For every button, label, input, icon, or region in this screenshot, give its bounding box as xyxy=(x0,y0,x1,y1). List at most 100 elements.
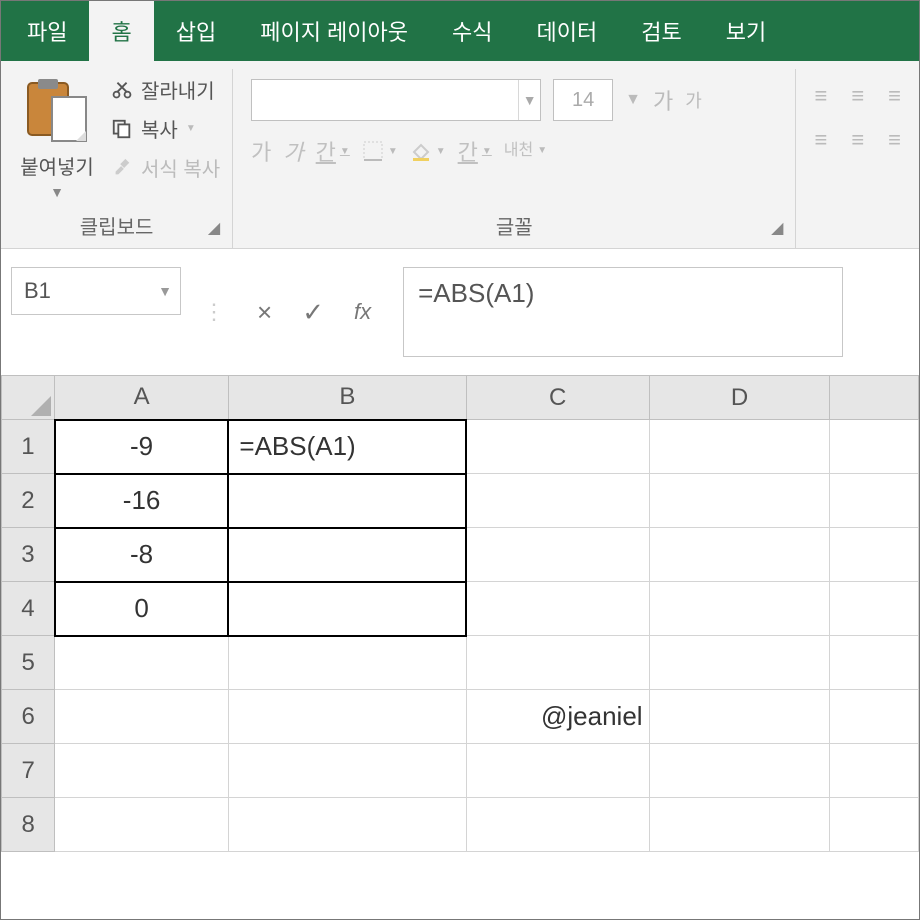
formula-input[interactable]: =ABS(A1) xyxy=(403,267,843,357)
cell-B6[interactable] xyxy=(228,690,466,744)
tab-view[interactable]: 보기 xyxy=(704,1,788,61)
format-painter-button[interactable]: 서식 복사 xyxy=(111,153,220,182)
italic-button[interactable]: 가 xyxy=(283,135,303,167)
cell-A2[interactable]: -16 xyxy=(55,474,229,528)
cell-A3[interactable]: -8 xyxy=(55,528,229,582)
col-header-D[interactable]: D xyxy=(649,376,830,420)
row-header-6[interactable]: 6 xyxy=(2,690,55,744)
paste-label: 붙여넣기 xyxy=(20,151,94,180)
border-button[interactable]: ▼ xyxy=(362,140,398,162)
copy-icon xyxy=(111,118,133,140)
cancel-button[interactable]: × xyxy=(257,297,272,328)
cell-E8[interactable] xyxy=(830,798,919,852)
row-header-5[interactable]: 5 xyxy=(2,636,55,690)
col-header-E[interactable] xyxy=(830,376,919,420)
cell-C3[interactable] xyxy=(466,528,649,582)
cell-E3[interactable] xyxy=(830,528,919,582)
cell-E6[interactable] xyxy=(830,690,919,744)
cell-A5[interactable] xyxy=(55,636,229,690)
tab-file[interactable]: 파일 xyxy=(11,1,89,61)
align-bottom-button[interactable]: ≡ xyxy=(888,83,901,109)
cell-A1[interactable]: -9 xyxy=(55,420,229,474)
cell-C4[interactable] xyxy=(466,582,649,636)
cell-E2[interactable] xyxy=(830,474,919,528)
cell-B8[interactable] xyxy=(228,798,466,852)
cell-D1[interactable] xyxy=(649,420,830,474)
font-size-dropdown-icon[interactable]: ▼ xyxy=(625,91,641,109)
cell-C5[interactable] xyxy=(466,636,649,690)
cell-B2[interactable] xyxy=(228,474,466,528)
enter-button[interactable]: ✓ xyxy=(302,297,324,328)
row-header-4[interactable]: 4 xyxy=(2,582,55,636)
cell-A6[interactable] xyxy=(55,690,229,744)
chevron-down-icon[interactable]: ▼ xyxy=(518,80,540,120)
grow-font-button[interactable]: 가 xyxy=(653,84,673,116)
cell-E4[interactable] xyxy=(830,582,919,636)
cell-E7[interactable] xyxy=(830,744,919,798)
shrink-font-button[interactable]: 가 xyxy=(685,87,702,113)
cell-D5[interactable] xyxy=(649,636,830,690)
row-header-1[interactable]: 1 xyxy=(2,420,55,474)
copy-button[interactable]: 복사 ▼ xyxy=(111,114,220,143)
cell-C2[interactable] xyxy=(466,474,649,528)
cell-C8[interactable] xyxy=(466,798,649,852)
border-icon xyxy=(362,140,384,162)
font-launcher-icon[interactable]: ◢ xyxy=(771,218,783,238)
cell-B7[interactable] xyxy=(228,744,466,798)
tab-home[interactable]: 홈 xyxy=(89,1,153,61)
tab-page-layout[interactable]: 페이지 레이아웃 xyxy=(238,1,430,61)
cut-button[interactable]: 잘라내기 xyxy=(111,75,220,104)
align-left-button[interactable]: ≡ xyxy=(814,127,827,153)
cell-D6[interactable] xyxy=(649,690,830,744)
row-header-2[interactable]: 2 xyxy=(2,474,55,528)
copy-dropdown-icon[interactable]: ▼ xyxy=(186,123,196,134)
align-right-button[interactable]: ≡ xyxy=(888,127,901,153)
font-size-combo[interactable]: 14 xyxy=(553,79,613,121)
paste-button[interactable]: 붙여넣기 ▼ xyxy=(13,69,101,205)
col-header-A[interactable]: A xyxy=(55,376,229,420)
name-box[interactable]: B1 ▼ xyxy=(11,267,181,315)
group-align-label xyxy=(808,234,907,244)
tab-formulas[interactable]: 수식 xyxy=(430,1,514,61)
cell-C7[interactable] xyxy=(466,744,649,798)
font-name-combo[interactable]: ▼ xyxy=(251,79,541,121)
fx-button[interactable]: fx xyxy=(354,299,371,325)
cell-A4[interactable]: 0 xyxy=(55,582,229,636)
align-middle-button[interactable]: ≡ xyxy=(851,83,864,109)
cell-E5[interactable] xyxy=(830,636,919,690)
clipboard-launcher-icon[interactable]: ◢ xyxy=(208,218,220,238)
align-top-button[interactable]: ≡ xyxy=(814,83,827,109)
row-header-7[interactable]: 7 xyxy=(2,744,55,798)
bold-button[interactable]: 가 xyxy=(251,135,271,167)
cell-D2[interactable] xyxy=(649,474,830,528)
select-all-corner[interactable] xyxy=(2,376,55,420)
tab-insert[interactable]: 삽입 xyxy=(154,1,238,61)
row-header-3[interactable]: 3 xyxy=(2,528,55,582)
cell-D3[interactable] xyxy=(649,528,830,582)
col-header-B[interactable]: B xyxy=(228,376,466,420)
cell-A7[interactable] xyxy=(55,744,229,798)
cell-B1[interactable]: =ABS(A1) xyxy=(228,420,466,474)
cell-A8[interactable] xyxy=(55,798,229,852)
worksheet[interactable]: A B C D 1 -9 =ABS(A1) 2 -16 3 -8 xyxy=(1,375,919,852)
cell-C1[interactable] xyxy=(466,420,649,474)
cell-B5[interactable] xyxy=(228,636,466,690)
cell-D7[interactable] xyxy=(649,744,830,798)
tab-data[interactable]: 데이터 xyxy=(515,1,620,61)
row-header-8[interactable]: 8 xyxy=(2,798,55,852)
tab-review[interactable]: 검토 xyxy=(619,1,703,61)
font-color-button[interactable]: 간▼ xyxy=(458,135,492,167)
underline-button[interactable]: 간▼ xyxy=(316,135,350,167)
align-center-button[interactable]: ≡ xyxy=(851,127,864,153)
cell-D4[interactable] xyxy=(649,582,830,636)
col-header-C[interactable]: C xyxy=(466,376,649,420)
phonetic-button[interactable]: 내천▼ xyxy=(504,143,547,159)
cell-B3[interactable] xyxy=(228,528,466,582)
cell-D8[interactable] xyxy=(649,798,830,852)
group-alignment: ≡ ≡ ≡ ≡ ≡ ≡ xyxy=(796,69,919,248)
cell-B4[interactable] xyxy=(228,582,466,636)
cell-E1[interactable] xyxy=(830,420,919,474)
name-box-dropdown-icon[interactable]: ▼ xyxy=(158,283,172,299)
paste-dropdown-icon[interactable]: ▼ xyxy=(50,184,64,200)
fill-color-button[interactable]: ▼ xyxy=(410,140,446,162)
